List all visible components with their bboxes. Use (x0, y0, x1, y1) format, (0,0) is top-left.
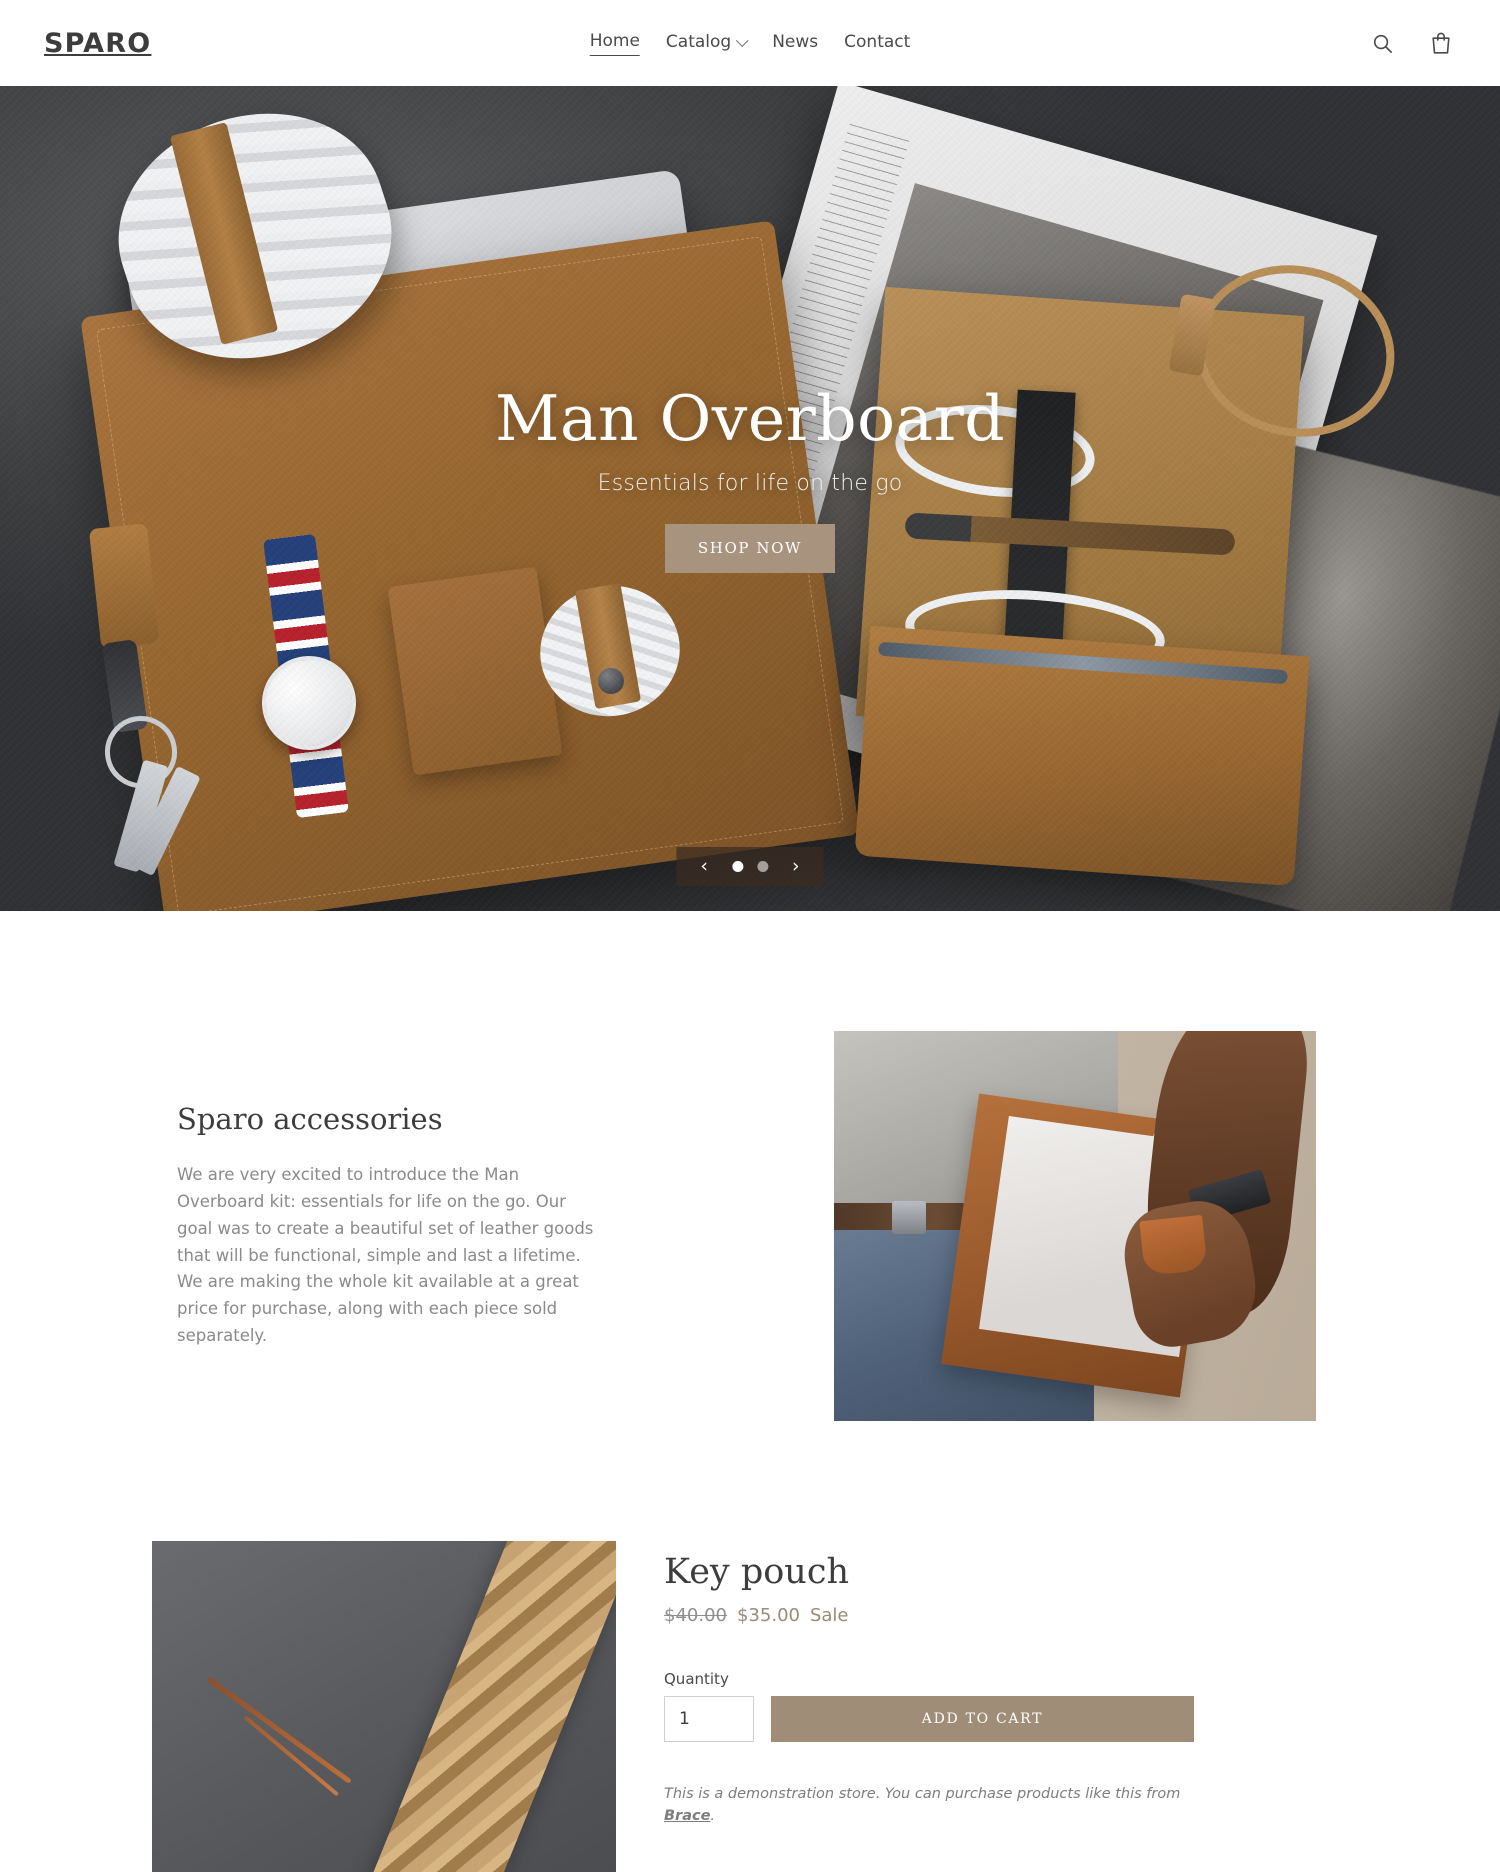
site-logo[interactable]: SPARO (44, 30, 151, 57)
shop-now-button[interactable]: SHOP NOW (664, 524, 836, 574)
product-price: $40.00 $35.00 Sale (664, 1605, 1194, 1626)
main-navigation: Home Catalog News Contact (589, 30, 910, 56)
carousel-next-icon[interactable]: › (788, 857, 804, 876)
search-icon[interactable] (1367, 28, 1398, 59)
feature-body: We are very excited to introduce the Man… (177, 1165, 594, 1345)
feature-section: Sparo accessories We are very excited to… (0, 911, 1500, 1421)
sale-badge: Sale (809, 1605, 849, 1626)
price-original: $40.00 (664, 1605, 727, 1626)
hero-content: Man Overboard Essentials for life on the… (0, 86, 1500, 911)
feature-text-block: Sparo accessories We are very excited to… (44, 1102, 604, 1349)
carousel-prev-icon[interactable]: ‹ (696, 857, 712, 876)
hero-subtitle: Essentials for life on the go (597, 471, 903, 497)
hero-slideshow: Man Overboard Essentials for life on the… (0, 86, 1500, 911)
carousel-dots (732, 861, 768, 872)
hero-title: Man Overboard (494, 381, 1006, 455)
product-image[interactable] (152, 1541, 616, 1872)
chevron-down-icon (735, 33, 749, 47)
purchase-controls: ADD TO CART (664, 1696, 1194, 1742)
nav-item-contact[interactable]: Contact (844, 31, 910, 55)
demo-note-text-before: This is a demonstration store. You can p… (664, 1786, 1181, 1802)
product-section: Key pouch $40.00 $35.00 Sale Quantity AD… (0, 1421, 1500, 1872)
brace-link[interactable]: Brace (664, 1808, 710, 1824)
price-sale: $35.00 (736, 1605, 800, 1626)
product-details: Key pouch $40.00 $35.00 Sale Quantity AD… (664, 1541, 1194, 1828)
feature-image (834, 1031, 1316, 1421)
add-to-cart-button[interactable]: ADD TO CART (771, 1696, 1194, 1742)
carousel-dot-2[interactable] (757, 861, 768, 872)
product-title: Key pouch (664, 1552, 849, 1592)
nav-item-news[interactable]: News (772, 31, 818, 55)
demo-store-note: This is a demonstration store. You can p… (664, 1784, 1194, 1828)
carousel-dot-1[interactable] (732, 861, 743, 872)
nav-item-home[interactable]: Home (589, 30, 640, 56)
nav-item-catalog-label[interactable]: Catalog (666, 31, 731, 55)
quantity-input[interactable] (664, 1696, 754, 1742)
carousel-controls: ‹ › (676, 847, 824, 886)
header-icon-group (1367, 27, 1456, 59)
demo-note-text-after: . (710, 1807, 716, 1824)
nav-item-catalog[interactable]: Catalog (666, 31, 749, 55)
quantity-label: Quantity (664, 1670, 729, 1688)
site-header: SPARO Home Catalog News Contact (0, 0, 1500, 86)
cart-icon[interactable] (1426, 27, 1456, 59)
feature-title: Sparo accessories (177, 1102, 443, 1137)
